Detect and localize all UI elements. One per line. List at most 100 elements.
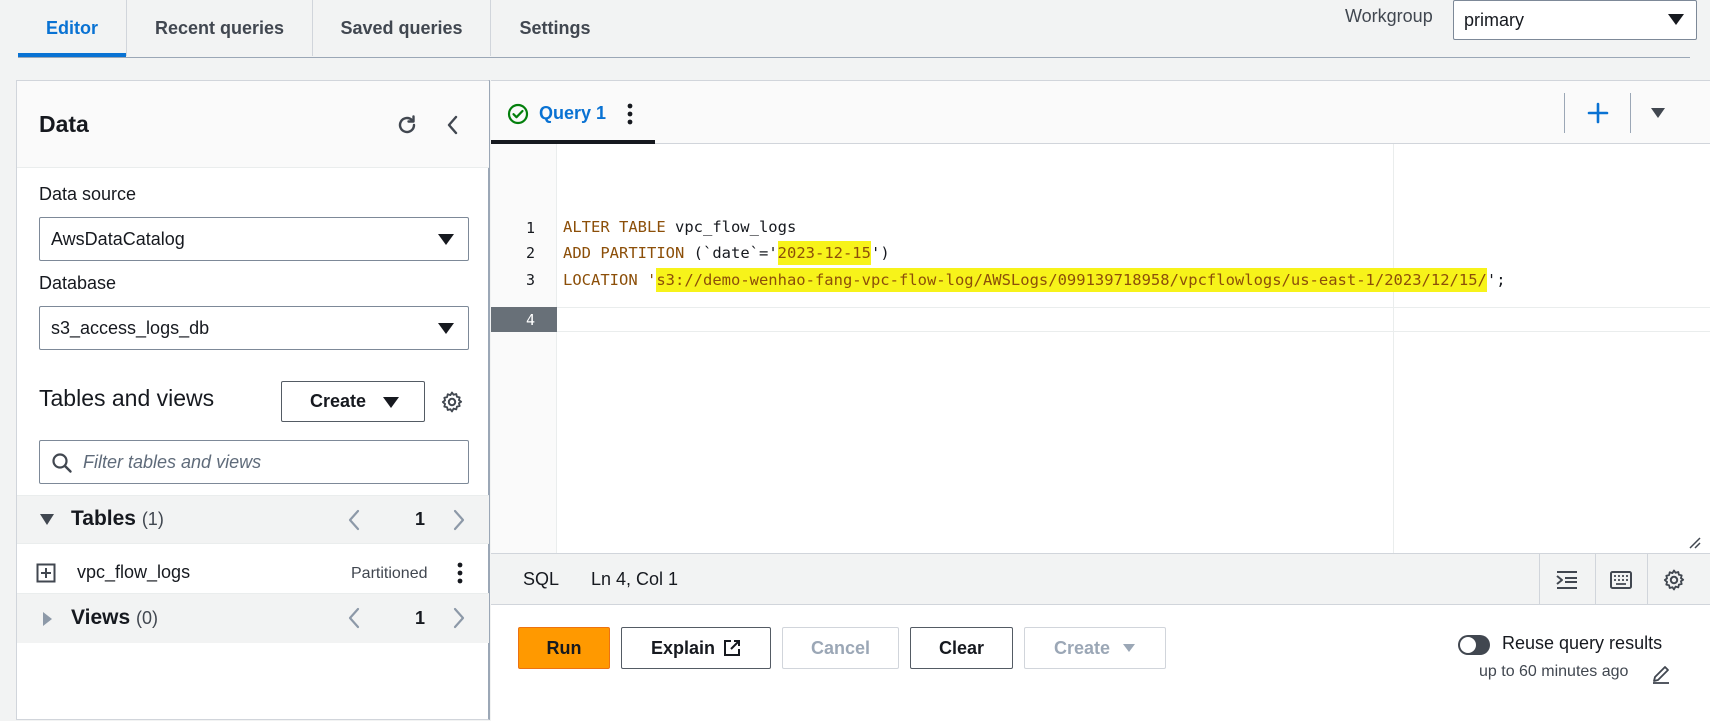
cancel-button[interactable]: Cancel	[782, 627, 899, 669]
more-options-icon[interactable]	[453, 561, 467, 585]
resize-handle-icon[interactable]	[1686, 534, 1702, 550]
caret-down-icon	[1668, 14, 1684, 25]
row-divider	[17, 593, 489, 594]
reuse-age-text: up to 60 minutes ago	[1479, 663, 1629, 680]
data-source-select[interactable]: AwsDataCatalog	[39, 217, 469, 261]
print-margin	[1393, 144, 1394, 553]
filter-tables-input[interactable]: Filter tables and views	[39, 440, 469, 484]
tab-saved-queries[interactable]: Saved queries	[313, 0, 490, 56]
database-label: Database	[39, 273, 117, 293]
toolbar-divider	[1564, 93, 1565, 133]
query-editor-panel: Query 1 1 2 3 4 ALTER TABLE vpc_flow_log…	[491, 80, 1710, 721]
query-tab-menu-icon[interactable]	[624, 102, 636, 126]
tab-bar-baseline	[18, 57, 1690, 58]
tab-settings[interactable]: Settings	[491, 0, 619, 56]
database-select[interactable]: s3_access_logs_db	[39, 306, 469, 350]
chevron-left-icon[interactable]	[342, 507, 366, 533]
status-divider	[1647, 554, 1648, 604]
workgroup-value: primary	[1464, 9, 1525, 30]
top-tab-bar: Editor Recent queries Saved queries Sett…	[0, 0, 1710, 60]
create-table-button[interactable]: Create	[281, 381, 425, 422]
query-tab-bar: Query 1	[491, 81, 1710, 144]
views-page-number: 1	[415, 608, 426, 628]
query-tab-title[interactable]: Query 1	[539, 103, 606, 124]
external-link-icon	[723, 639, 741, 657]
caret-down-icon	[438, 323, 454, 334]
highlighted-s3-location: s3://demo-wenhao-fang-vpc-flow-log/AWSLo…	[656, 268, 1487, 292]
views-label: Views	[71, 606, 131, 629]
code-line-2: ADD PARTITION (`date`='2023-12-15')	[563, 241, 890, 265]
code-text: vpc_flow_logs	[665, 218, 797, 236]
code-line-1: ALTER TABLE vpc_flow_logs	[563, 218, 796, 236]
run-button[interactable]: Run	[518, 627, 610, 669]
create-dropdown-button[interactable]: Create	[1024, 627, 1166, 669]
caret-down-icon	[383, 397, 399, 408]
settings-gear-icon[interactable]	[1652, 566, 1696, 594]
data-panel: Data Data source AwsDataCatalog Database…	[16, 80, 490, 720]
collapse-panel-icon[interactable]	[437, 109, 469, 141]
line-number: 2	[525, 244, 535, 262]
reuse-results-toggle[interactable]	[1458, 635, 1490, 655]
chevron-right-icon[interactable]	[447, 507, 471, 533]
cursor-position: Ln 4, Col 1	[591, 569, 679, 589]
highlighted-date-string: 2023-12-15	[777, 241, 871, 265]
data-source-value: AwsDataCatalog	[51, 228, 185, 249]
create-label: Create	[310, 391, 367, 411]
code-text: '	[637, 271, 657, 289]
tables-views-title: Tables and views	[39, 385, 215, 411]
table-item-name[interactable]: vpc_flow_logs	[77, 562, 190, 583]
explain-button[interactable]: Explain	[621, 627, 771, 669]
active-line-highlight	[557, 307, 1710, 332]
query-action-bar: Run Explain Cancel Clear Create Reuse qu…	[491, 605, 1710, 721]
tab-editor[interactable]: Editor	[18, 0, 126, 56]
tab-recent-queries[interactable]: Recent queries	[127, 0, 312, 56]
caret-right-icon[interactable]	[39, 609, 55, 629]
caret-down-icon[interactable]	[1646, 103, 1670, 123]
row-divider	[17, 495, 489, 496]
keyboard-icon[interactable]	[1599, 566, 1643, 594]
caret-down-icon[interactable]	[37, 509, 57, 529]
add-query-icon[interactable]	[1584, 99, 1612, 127]
data-panel-header: Data	[17, 81, 489, 168]
gear-icon[interactable]	[437, 387, 467, 417]
editor-status-bar: SQL Ln 4, Col 1	[491, 553, 1710, 605]
tables-label: Tables	[71, 507, 136, 530]
tables-group-label[interactable]: Tables (1)	[71, 507, 164, 531]
chevron-right-icon[interactable]	[447, 605, 471, 631]
reuse-results-label: Reuse query results	[1502, 633, 1663, 653]
chevron-left-icon[interactable]	[342, 605, 366, 631]
data-source-label: Data source	[39, 184, 137, 204]
sql-keyword: LOCATION	[563, 271, 638, 289]
partitioned-badge: Partitioned	[351, 565, 428, 582]
tables-page-number: 1	[415, 509, 426, 529]
success-check-icon	[507, 103, 529, 125]
caret-down-icon	[1122, 643, 1136, 653]
status-divider	[1595, 554, 1596, 604]
expand-plus-icon[interactable]	[35, 562, 57, 584]
tables-count: (1)	[141, 509, 164, 529]
caret-down-icon	[438, 234, 454, 245]
views-group-label[interactable]: Views (0)	[71, 606, 158, 630]
sql-code-editor[interactable]: 1 2 3 4 ALTER TABLE vpc_flow_logs ADD PA…	[491, 144, 1710, 553]
explain-label: Explain	[650, 637, 716, 658]
line-number: 4	[525, 311, 535, 329]
search-icon	[51, 452, 73, 479]
line-number: 3	[525, 271, 535, 289]
code-line-3: LOCATION 's3://demo-wenhao-fang-vpc-flow…	[563, 268, 1506, 292]
format-indent-icon[interactable]	[1545, 566, 1589, 594]
code-text: ')	[870, 244, 890, 262]
edit-pencil-icon[interactable]	[1650, 663, 1672, 685]
toolbar-divider	[1630, 93, 1631, 133]
language-indicator: SQL	[523, 569, 560, 589]
line-number: 1	[525, 219, 535, 237]
sql-keyword: ADD PARTITION	[563, 244, 685, 262]
status-divider	[1539, 554, 1540, 604]
views-count: (0)	[136, 608, 158, 628]
workgroup-label: Workgroup	[1345, 6, 1433, 26]
refresh-icon[interactable]	[391, 109, 423, 141]
row-divider	[17, 543, 489, 544]
workgroup-select[interactable]: primary	[1453, 0, 1697, 40]
clear-button[interactable]: Clear	[910, 627, 1013, 669]
line-number-gutter	[491, 144, 557, 553]
sql-keyword: ALTER TABLE	[563, 218, 666, 236]
